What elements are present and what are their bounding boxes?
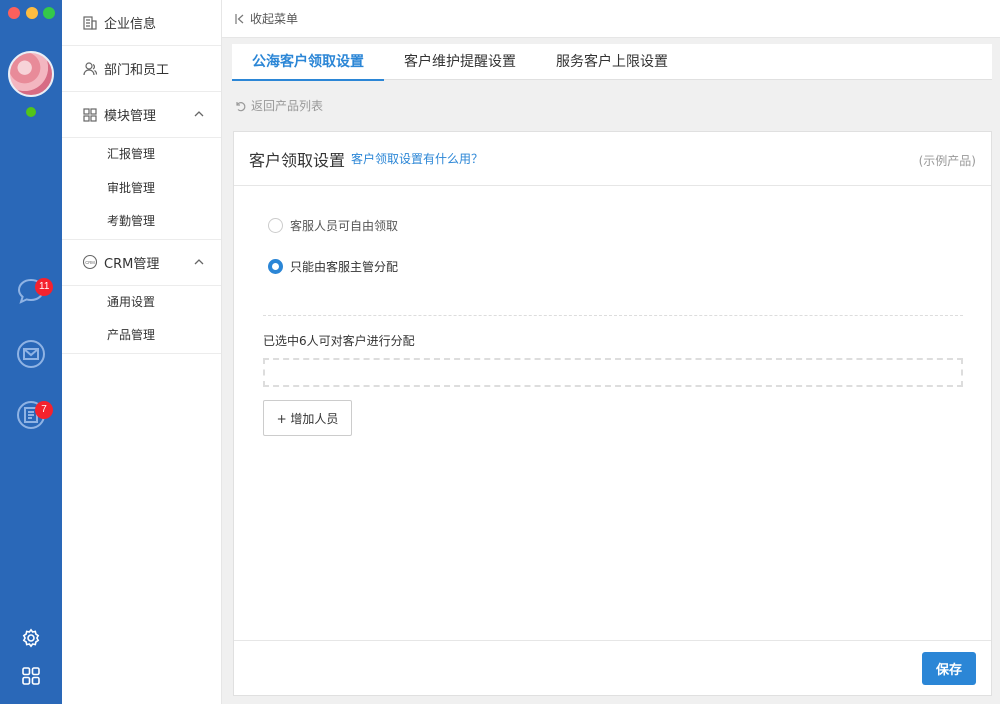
chevron-up-icon[interactable] bbox=[193, 256, 205, 268]
undo-arrow-icon bbox=[234, 100, 246, 112]
card-header: 客户领取设置 客户领取设置有什么用？ (示例产品) bbox=[234, 132, 991, 186]
window-minimize-button[interactable] bbox=[26, 7, 38, 19]
menu-item-crm[interactable]: CRM CRM管理 bbox=[62, 240, 221, 286]
radio-supervisor-assign[interactable] bbox=[268, 259, 283, 274]
crm-submenu: 通用设置 产品管理 bbox=[62, 286, 221, 354]
option-free-claim[interactable]: 客服人员可自由领取 bbox=[268, 217, 398, 234]
crm-icon: CRM bbox=[82, 254, 98, 270]
top-bar: 收起菜单 bbox=[222, 0, 1000, 38]
selected-count-label: 已选中6人可对客户进行分配 bbox=[263, 334, 415, 348]
menu-item-departments[interactable]: 部门和员工 bbox=[62, 46, 221, 92]
help-link[interactable]: 客户领取设置有什么用？ bbox=[351, 150, 483, 167]
svg-text:CRM: CRM bbox=[85, 260, 95, 265]
avatar[interactable] bbox=[8, 51, 54, 97]
menu-item-label: CRM管理 bbox=[104, 256, 160, 272]
back-to-product-list-link[interactable]: 返回产品列表 bbox=[234, 97, 323, 114]
card-footer: 保存 bbox=[234, 640, 991, 695]
tab-maintenance-reminder-settings[interactable]: 客户维护提醒设置 bbox=[384, 44, 536, 80]
option-label: 只能由客服主管分配 bbox=[290, 260, 399, 274]
apps-grid-icon[interactable] bbox=[21, 666, 41, 686]
menu-item-company-info[interactable]: 企业信息 bbox=[62, 0, 221, 46]
modules-submenu: 汇报管理 审批管理 考勤管理 bbox=[62, 138, 221, 240]
save-button[interactable]: 保存 bbox=[922, 652, 976, 685]
people-icon bbox=[82, 61, 98, 77]
online-status-dot bbox=[26, 107, 36, 117]
tab-service-limit-settings[interactable]: 服务客户上限设置 bbox=[536, 44, 688, 80]
submenu-item-attendance[interactable]: 考勤管理 bbox=[62, 205, 221, 239]
gear-icon[interactable] bbox=[21, 628, 41, 648]
card-title: 客户领取设置 bbox=[249, 150, 346, 170]
mail-icon[interactable] bbox=[15, 338, 47, 370]
collapse-menu-button[interactable]: 收起菜单 bbox=[250, 10, 298, 27]
example-product-tag: (示例产品) bbox=[918, 154, 976, 168]
add-people-button[interactable]: + 增加人员 bbox=[263, 400, 352, 436]
submenu-item-reports[interactable]: 汇报管理 bbox=[62, 138, 221, 172]
chat-badge: 11 bbox=[35, 278, 54, 296]
window-close-button[interactable] bbox=[8, 7, 20, 19]
menu-item-label: 模块管理 bbox=[104, 109, 157, 124]
section-divider bbox=[263, 315, 963, 316]
modules-icon bbox=[82, 107, 98, 123]
collapse-menu-icon[interactable] bbox=[234, 13, 246, 25]
building-icon bbox=[82, 15, 98, 31]
notes-badge: 7 bbox=[35, 401, 53, 419]
settings-tabs: 公海客户领取设置 客户维护提醒设置 服务客户上限设置 bbox=[232, 44, 992, 81]
option-supervisor-assign[interactable]: 只能由客服主管分配 bbox=[268, 258, 398, 275]
submenu-item-approvals[interactable]: 审批管理 bbox=[62, 172, 221, 206]
claim-settings-card: 客户领取设置 客户领取设置有什么用？ (示例产品) 客服人员可自由领取 只能由客… bbox=[233, 131, 992, 696]
submenu-item-product-management[interactable]: 产品管理 bbox=[62, 319, 221, 353]
menu-item-label: 企业信息 bbox=[104, 17, 157, 32]
chevron-up-icon[interactable] bbox=[193, 108, 205, 120]
radio-free-claim[interactable] bbox=[268, 218, 283, 233]
app-rail: 11 7 bbox=[0, 0, 62, 704]
selected-people-box[interactable] bbox=[263, 358, 963, 387]
tab-pool-claim-settings[interactable]: 公海客户领取设置 bbox=[232, 44, 384, 81]
menu-item-modules[interactable]: 模块管理 bbox=[62, 92, 221, 138]
back-link-label: 返回产品列表 bbox=[251, 99, 324, 113]
submenu-item-general-settings[interactable]: 通用设置 bbox=[62, 286, 221, 320]
menu-item-label: 部门和员工 bbox=[104, 63, 170, 78]
window-zoom-button[interactable] bbox=[43, 7, 55, 19]
settings-menu: 企业信息 部门和员工 模块管理 汇报管理 审批管理 考勤管理 CRM CRM管理… bbox=[62, 0, 222, 704]
option-label: 客服人员可自由领取 bbox=[290, 219, 399, 233]
